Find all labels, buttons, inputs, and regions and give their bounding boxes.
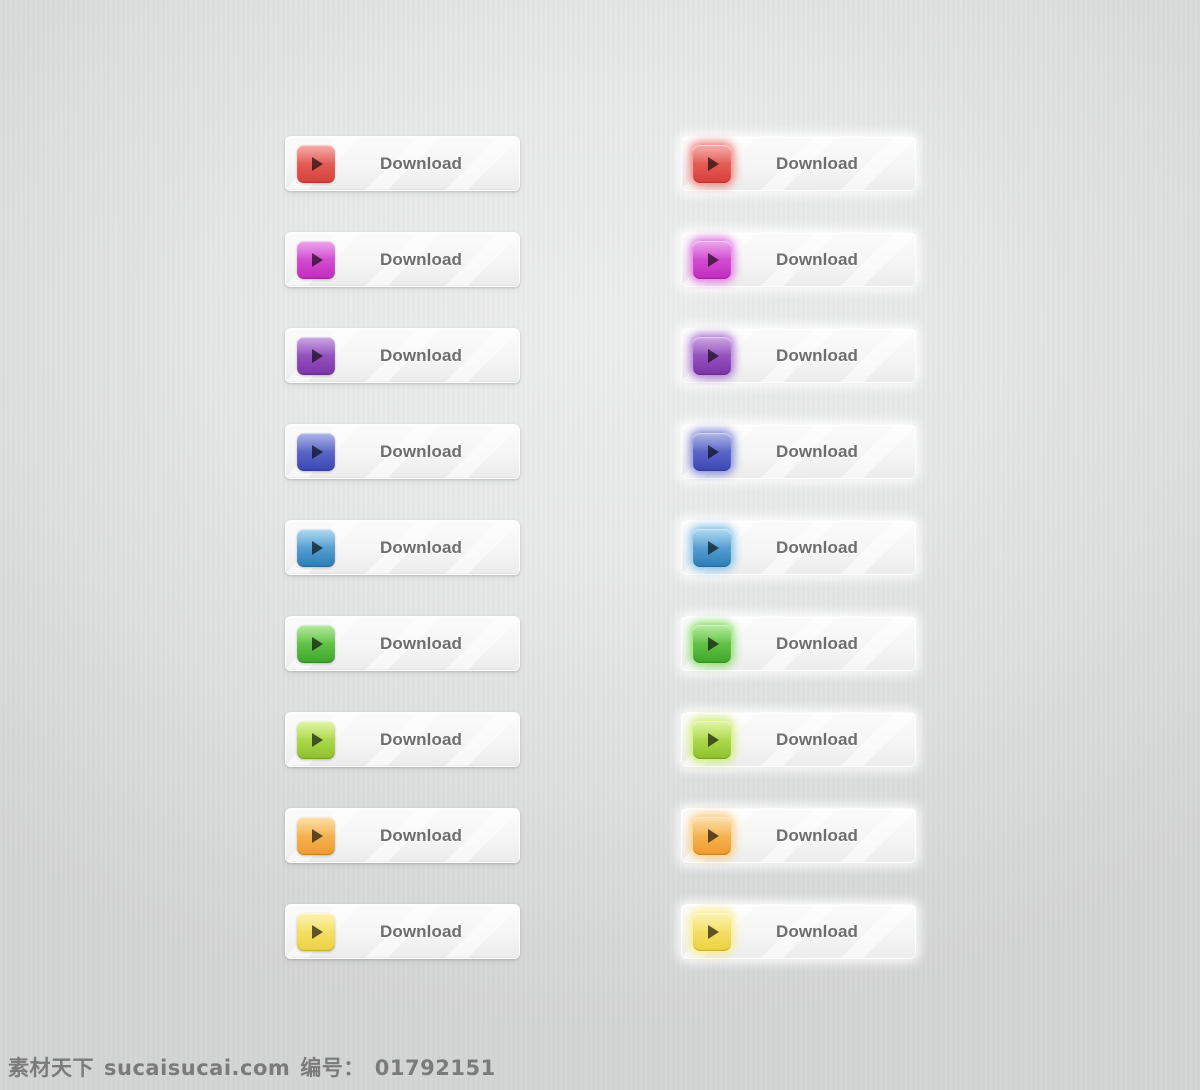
play-icon <box>297 432 335 471</box>
play-triangle <box>708 444 719 459</box>
play-icon <box>693 720 731 759</box>
download-label: Download <box>379 729 462 749</box>
play-triangle <box>312 540 323 555</box>
download-label: Download <box>379 537 462 557</box>
download-orange-button-right[interactable]: Download <box>681 808 916 863</box>
download-label: Download <box>775 441 858 461</box>
play-icon <box>693 816 731 855</box>
download-magenta-button-left[interactable]: Download <box>285 232 520 287</box>
play-triangle <box>708 156 719 171</box>
play-icon <box>693 336 731 375</box>
play-icon <box>297 912 335 951</box>
watermark-site-cn: 素材天下 <box>8 1056 94 1080</box>
play-icon <box>693 240 731 279</box>
download-yellow-button-right[interactable]: Download <box>681 904 916 959</box>
play-triangle <box>708 924 719 939</box>
play-triangle <box>708 252 719 267</box>
play-triangle <box>708 636 719 651</box>
left-column: Download Download Download Download Download… <box>285 136 520 959</box>
download-label: Download <box>379 345 462 365</box>
play-triangle <box>312 732 323 747</box>
download-label: Download <box>775 633 858 653</box>
play-triangle <box>312 252 323 267</box>
play-triangle <box>708 540 719 555</box>
play-triangle <box>312 156 323 171</box>
download-indigo-button-left[interactable]: Download <box>285 424 520 479</box>
play-triangle <box>312 348 323 363</box>
play-icon <box>693 144 731 183</box>
download-indigo-button-right[interactable]: Download <box>681 424 916 479</box>
watermark: 素材天下 sucaisucai.com 编号： 01792151 <box>8 1052 496 1082</box>
download-green-button-right[interactable]: Download <box>681 616 916 671</box>
download-red-button-left[interactable]: Download <box>285 136 520 191</box>
right-column: Download Download Download Download Download… <box>681 136 916 959</box>
download-yellow-button-left[interactable]: Download <box>285 904 520 959</box>
download-label: Download <box>775 921 858 941</box>
download-blue-button-right[interactable]: Download <box>681 520 916 575</box>
play-icon <box>693 528 731 567</box>
watermark-id-value: 01792151 <box>374 1056 496 1080</box>
watermark-id-label: 编号： <box>300 1056 365 1080</box>
download-label: Download <box>775 345 858 365</box>
play-icon <box>297 720 335 759</box>
download-label: Download <box>775 729 858 749</box>
download-label: Download <box>379 441 462 461</box>
play-triangle <box>708 732 719 747</box>
play-icon <box>297 240 335 279</box>
watermark-site-url: sucaisucai.com <box>104 1056 291 1080</box>
download-magenta-button-right[interactable]: Download <box>681 232 916 287</box>
download-label: Download <box>379 153 462 173</box>
play-triangle <box>312 444 323 459</box>
download-label: Download <box>379 825 462 845</box>
play-icon <box>693 912 731 951</box>
play-icon <box>297 336 335 375</box>
play-icon <box>693 432 731 471</box>
download-purple-button-left[interactable]: Download <box>285 328 520 383</box>
download-lime-button-left[interactable]: Download <box>285 712 520 767</box>
download-label: Download <box>379 921 462 941</box>
play-triangle <box>312 636 323 651</box>
download-green-button-left[interactable]: Download <box>285 616 520 671</box>
download-purple-button-right[interactable]: Download <box>681 328 916 383</box>
play-icon <box>297 144 335 183</box>
download-label: Download <box>775 825 858 845</box>
download-orange-button-left[interactable]: Download <box>285 808 520 863</box>
play-icon <box>693 624 731 663</box>
play-triangle <box>708 348 719 363</box>
play-icon <box>297 816 335 855</box>
download-label: Download <box>775 537 858 557</box>
download-label: Download <box>379 633 462 653</box>
download-lime-button-right[interactable]: Download <box>681 712 916 767</box>
play-icon <box>297 624 335 663</box>
play-triangle <box>312 924 323 939</box>
download-label: Download <box>775 249 858 269</box>
download-label: Download <box>379 249 462 269</box>
button-showcase: Download Download Download Download Download… <box>0 0 1200 1090</box>
play-triangle <box>312 828 323 843</box>
download-blue-button-left[interactable]: Download <box>285 520 520 575</box>
play-icon <box>297 528 335 567</box>
play-triangle <box>708 828 719 843</box>
download-label: Download <box>775 153 858 173</box>
download-red-button-right[interactable]: Download <box>681 136 916 191</box>
